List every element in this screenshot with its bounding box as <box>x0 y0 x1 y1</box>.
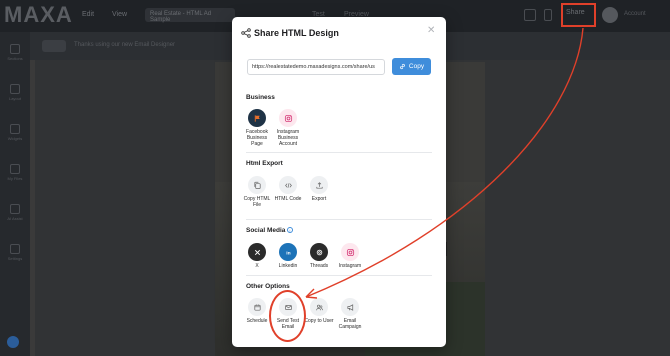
copy-to-user-option[interactable]: Copy to User <box>304 298 334 324</box>
sparkle-icon <box>10 204 20 214</box>
calendar-icon <box>253 303 261 311</box>
sidebar: Sections Layout Widgets My Files AI Assi… <box>0 32 30 356</box>
mobile-icon[interactable] <box>544 9 552 21</box>
option-label: Copy to User <box>304 318 334 324</box>
schedule-option[interactable]: Schedule <box>242 298 272 324</box>
option-label: Instagram <box>338 263 362 269</box>
option-label: Threads <box>309 263 329 269</box>
mobile-chip[interactable] <box>42 40 66 52</box>
share-url-field[interactable]: https://realestatedemo.maxadesigns.com/s… <box>247 59 385 75</box>
option-label: Facebook Business Page <box>246 129 268 147</box>
option-label: Copy HTML File <box>243 196 271 208</box>
option-label: Email Campaign <box>338 318 362 330</box>
option-label: Instagram Business Account <box>276 129 300 147</box>
sections-icon <box>10 44 20 54</box>
copy-icon <box>253 181 261 189</box>
folder-icon <box>10 164 20 174</box>
copy-button[interactable]: Copy <box>392 58 431 75</box>
copy-html-file-option[interactable]: Copy HTML File <box>242 176 272 208</box>
section-divider <box>246 219 432 220</box>
instagram-option[interactable]: Instagram <box>335 243 365 269</box>
upload-icon <box>315 181 323 189</box>
section-divider <box>246 275 432 276</box>
sidebar-item-files[interactable]: My Files <box>0 164 30 181</box>
x-icon <box>254 249 260 255</box>
flag-icon <box>254 114 260 122</box>
help-icon[interactable] <box>7 336 19 348</box>
svg-text:in: in <box>286 250 290 256</box>
modal-title: Share HTML Design <box>254 28 339 38</box>
option-label: X <box>255 263 259 269</box>
section-business-title: Business <box>246 94 275 101</box>
widgets-icon <box>10 124 20 134</box>
html-code-option[interactable]: HTML Code <box>273 176 303 202</box>
sidebar-item-settings[interactable]: Settings <box>0 244 30 261</box>
sidebar-item-label: Sections <box>7 56 23 61</box>
sidebar-item-label: AI Assist <box>7 216 23 221</box>
sidebar-item-label: Settings <box>7 256 23 261</box>
account-label[interactable]: Account <box>624 11 646 17</box>
section-social-media-title: Social Media <box>246 227 286 234</box>
x-option[interactable]: X <box>242 243 272 269</box>
sidebar-item-label: Layout <box>8 96 21 101</box>
option-label: HTML Code <box>274 196 302 202</box>
notice-text: Thanks using our new Email Designer <box>74 42 176 48</box>
sidebar-item-sections[interactable]: Sections <box>0 44 30 61</box>
code-icon <box>284 182 292 188</box>
linkedin-option[interactable]: in Linkedin <box>273 243 303 269</box>
sidebar-item-widgets[interactable]: Widgets <box>0 124 30 141</box>
megaphone-icon <box>346 303 353 311</box>
link-icon <box>399 63 405 70</box>
tab-edit[interactable]: Edit <box>82 11 94 18</box>
threads-icon <box>316 249 322 255</box>
layout-icon <box>10 84 20 94</box>
avatar[interactable] <box>602 7 618 23</box>
app-logo: MAXA <box>4 2 73 27</box>
sidebar-item-label: Widgets <box>7 136 23 141</box>
design-name-field[interactable]: Real Estate - HTML Ad Sample <box>145 8 235 23</box>
section-html-export-title: Html Export <box>246 160 283 167</box>
close-icon[interactable]: ✕ <box>427 26 435 36</box>
tab-view[interactable]: View <box>112 11 127 18</box>
instagram-icon <box>284 114 292 122</box>
facebook-business-option[interactable]: Facebook Business Page <box>242 109 272 147</box>
option-label: Schedule <box>246 318 268 324</box>
instagram-icon <box>346 248 354 256</box>
desktop-icon[interactable] <box>524 9 536 21</box>
section-other-options-title: Other Options <box>246 283 290 290</box>
option-label: Linkedin <box>278 263 298 269</box>
users-icon <box>315 304 323 310</box>
gear-icon <box>10 244 20 254</box>
export-option[interactable]: Export <box>304 176 334 202</box>
sidebar-item-label: My Files <box>7 176 23 181</box>
share-highlight-box <box>561 3 596 27</box>
section-divider <box>246 152 432 153</box>
instagram-business-option[interactable]: Instagram Business Account <box>273 109 303 147</box>
copy-label: Copy <box>408 63 425 70</box>
threads-option[interactable]: Threads <box>304 243 334 269</box>
send-test-email-highlight <box>269 290 306 342</box>
sidebar-item-layout[interactable]: Layout <box>0 84 30 101</box>
linkedin-icon: in <box>286 250 290 256</box>
share-modal: Share HTML Design ✕ https://realestatede… <box>232 17 446 347</box>
share-icon <box>241 28 251 38</box>
email-campaign-option[interactable]: Email Campaign <box>335 298 365 330</box>
info-icon[interactable]: i <box>287 227 293 233</box>
sidebar-item-ai[interactable]: AI Assist <box>0 204 30 221</box>
option-label: Export <box>311 196 327 202</box>
